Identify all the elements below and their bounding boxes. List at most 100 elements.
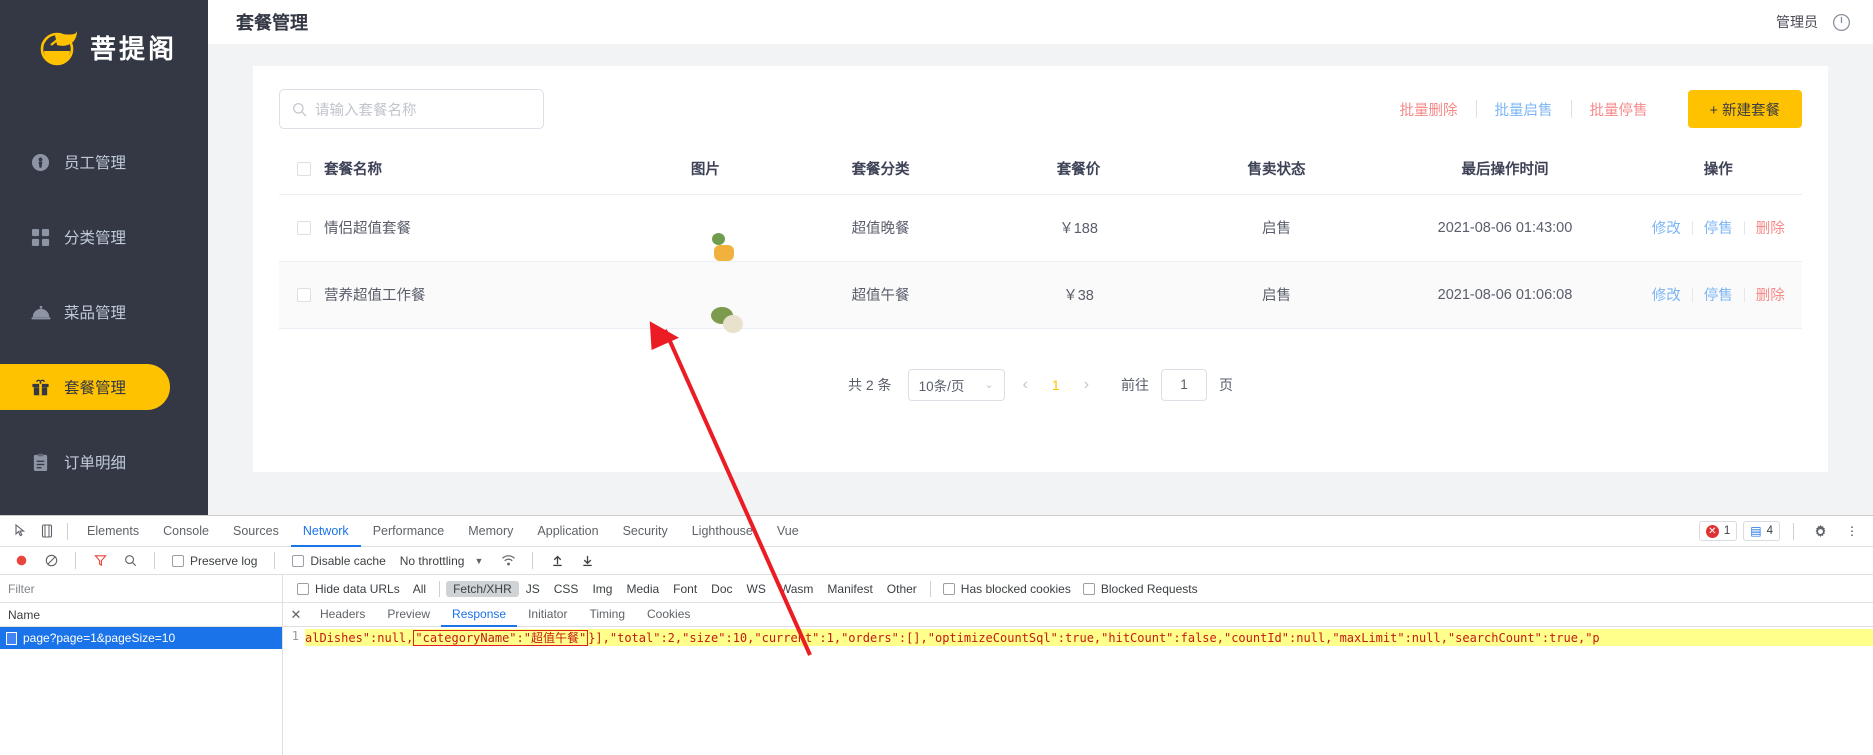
has-blocked-cookies-checkbox[interactable]: Has blocked cookies	[937, 582, 1077, 596]
total-count-label: 共 2 条	[848, 375, 892, 395]
stop-sale-button[interactable]: 停售	[1693, 217, 1744, 238]
batch-delete-button[interactable]: 批量删除	[1382, 99, 1476, 120]
devtools-tab-elements[interactable]: Elements	[75, 516, 151, 547]
filter-wasm[interactable]: Wasm	[773, 581, 821, 597]
disable-cache-label: Disable cache	[310, 554, 385, 568]
request-list: Name page?page=1&pageSize=10	[0, 603, 283, 755]
checkbox-box	[297, 583, 309, 595]
more-options-icon[interactable]: ⋮	[1839, 519, 1865, 543]
page-number-1[interactable]: 1	[1046, 377, 1066, 393]
edit-button[interactable]: 修改	[1641, 217, 1692, 238]
devtools-tab-vue[interactable]: Vue	[765, 516, 811, 547]
devtools-tab-network[interactable]: Network	[291, 516, 361, 547]
prev-page-button[interactable]: ‹	[1017, 376, 1034, 394]
devtools-tab-application[interactable]: Application	[525, 516, 610, 547]
row-checkbox[interactable]	[297, 288, 311, 302]
inspect-element-icon[interactable]	[8, 519, 34, 543]
divider	[274, 552, 275, 569]
detail-tab-preview[interactable]: Preview	[376, 603, 441, 627]
clear-button-icon[interactable]	[38, 549, 64, 573]
hide-data-urls-checkbox[interactable]: Hide data URLs	[291, 582, 406, 596]
row-checkbox[interactable]	[297, 221, 311, 235]
filter-input[interactable]: Filter	[0, 575, 283, 602]
devtools-tab-security[interactable]: Security	[611, 516, 680, 547]
filter-all[interactable]: All	[406, 581, 433, 597]
blocked-requests-checkbox[interactable]: Blocked Requests	[1077, 582, 1204, 596]
batch-enable-button[interactable]: 批量启售	[1477, 99, 1571, 120]
export-har-icon[interactable]	[574, 549, 600, 573]
sidebar-nav: 员工管理 分类管理 菜品管理	[0, 139, 208, 485]
sidebar-item-category[interactable]: 分类管理	[0, 214, 208, 260]
filter-doc[interactable]: Doc	[704, 581, 739, 597]
devtools-tab-memory[interactable]: Memory	[456, 516, 525, 547]
sidebar-item-order[interactable]: 订单明细	[0, 439, 208, 485]
blocked-requests-label: Blocked Requests	[1101, 582, 1198, 596]
checkbox-box	[1083, 583, 1095, 595]
close-icon[interactable]: ✕	[283, 607, 309, 623]
chevron-down-icon[interactable]: ▼	[468, 556, 491, 566]
warning-count-badge[interactable]: ▤ 4	[1743, 521, 1780, 541]
gear-icon[interactable]	[1807, 519, 1833, 543]
filter-manifest[interactable]: Manifest	[820, 581, 879, 597]
devtools-tab-sources[interactable]: Sources	[221, 516, 291, 547]
devtools-tab-performance[interactable]: Performance	[361, 516, 457, 547]
throttling-select[interactable]: No throttling	[396, 554, 465, 568]
request-detail: ✕ Headers Preview Response Initiator Tim…	[283, 603, 1873, 755]
new-combo-button[interactable]: + 新建套餐	[1688, 90, 1803, 128]
devtools-tab-lighthouse[interactable]: Lighthouse	[680, 516, 765, 547]
detail-tab-initiator[interactable]: Initiator	[517, 603, 578, 627]
detail-tab-timing[interactable]: Timing	[578, 603, 636, 627]
sidebar-item-dish[interactable]: 菜品管理	[0, 289, 208, 335]
request-row[interactable]: page?page=1&pageSize=10	[0, 627, 282, 649]
checkbox-box	[172, 555, 184, 567]
filter-ws[interactable]: WS	[740, 581, 773, 597]
page-unit-label: 页	[1219, 375, 1233, 395]
delete-button[interactable]: 删除	[1745, 284, 1796, 305]
cell-operations: 修改 停售 删除	[1634, 194, 1802, 261]
detail-tab-cookies[interactable]: Cookies	[636, 603, 701, 627]
filter-fetch-xhr[interactable]: Fetch/XHR	[446, 581, 519, 597]
devtools-tab-console[interactable]: Console	[151, 516, 221, 547]
edit-button[interactable]: 修改	[1641, 284, 1692, 305]
cell-category: 超值午餐	[782, 261, 980, 328]
error-count-badge[interactable]: ✕ 1	[1699, 521, 1737, 541]
device-toolbar-icon[interactable]	[34, 519, 60, 543]
select-all-checkbox[interactable]	[297, 162, 311, 176]
filter-media[interactable]: Media	[619, 581, 666, 597]
checkbox-box	[943, 583, 955, 595]
filter-font[interactable]: Font	[666, 581, 704, 597]
disable-cache-checkbox[interactable]: Disable cache	[286, 554, 391, 568]
power-icon[interactable]	[1832, 13, 1851, 32]
page-size-select[interactable]: 10条/页 ⌄	[908, 369, 1005, 401]
filter-img[interactable]: Img	[585, 581, 619, 597]
divider	[532, 552, 533, 569]
next-page-button[interactable]: ›	[1078, 376, 1095, 394]
detail-tab-headers[interactable]: Headers	[309, 603, 376, 627]
filter-icon[interactable]	[87, 549, 113, 573]
search-input[interactable]: 请输入套餐名称	[279, 89, 544, 129]
search-placeholder: 请输入套餐名称	[315, 99, 417, 120]
network-filter-bar: Filter Hide data URLs All Fetch/XHR JS C…	[0, 575, 1873, 603]
record-button-icon[interactable]	[8, 549, 34, 573]
stop-sale-button[interactable]: 停售	[1693, 284, 1744, 305]
brand-logo: 菩提阁	[0, 0, 208, 69]
sidebar-item-combo[interactable]: 套餐管理	[0, 364, 170, 410]
search-icon[interactable]	[117, 549, 143, 573]
goto-page-input[interactable]: 1	[1161, 369, 1207, 401]
network-conditions-icon[interactable]	[495, 549, 521, 573]
filter-js[interactable]: JS	[519, 581, 547, 597]
sidebar-item-label: 员工管理	[64, 151, 126, 173]
batch-disable-button[interactable]: 批量停售	[1572, 99, 1666, 120]
delete-button[interactable]: 删除	[1745, 217, 1796, 238]
devtools-panel: Elements Console Sources Network Perform…	[0, 515, 1873, 755]
web-application: 菩提阁 员工管理 分类管理	[0, 0, 1873, 515]
pagination: 共 2 条 10条/页 ⌄ ‹ 1 › 前往 1 页	[279, 369, 1802, 401]
preserve-log-checkbox[interactable]: Preserve log	[166, 554, 263, 568]
toolbar-actions: 批量删除 批量启售 批量停售 + 新建套餐	[1382, 90, 1803, 128]
sidebar-item-employee[interactable]: 员工管理	[0, 139, 208, 185]
filter-css[interactable]: CSS	[547, 581, 586, 597]
import-har-icon[interactable]	[544, 549, 570, 573]
response-json[interactable]: alDishes":null,"categoryName":"超值午餐"}],"…	[305, 629, 1873, 646]
detail-tab-response[interactable]: Response	[441, 603, 517, 627]
filter-other[interactable]: Other	[880, 581, 924, 597]
